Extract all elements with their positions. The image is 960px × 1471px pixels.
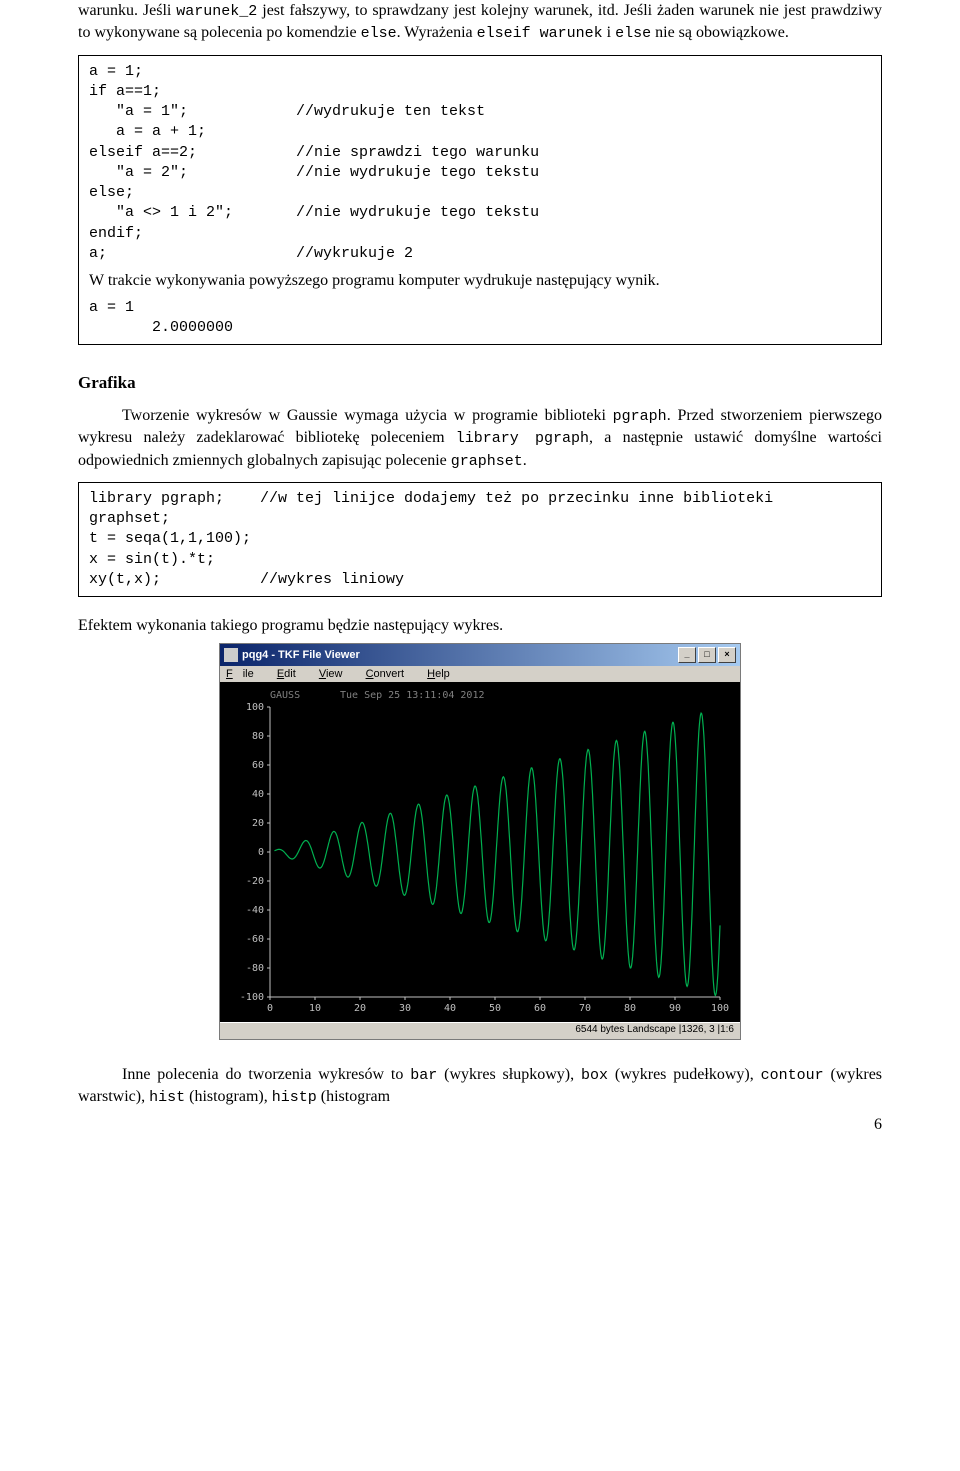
menu-label: elp — [435, 668, 450, 680]
chart-header-right: Tue Sep 25 13:11:04 2012 — [340, 690, 485, 701]
code-line: t = seqa(1,1,100); — [89, 530, 251, 547]
menu-convert[interactable]: Convert — [366, 668, 415, 680]
menu-view[interactable]: View — [319, 668, 353, 680]
text: (histogram), — [185, 1088, 272, 1105]
code-line: if a==1; — [89, 83, 161, 100]
chart-header-left: GAUSS — [270, 690, 300, 701]
tkf-viewer-window: pqg4 - TKF File Viewer _ □ × File Edit V… — [219, 643, 741, 1040]
minimize-button[interactable]: _ — [678, 647, 696, 663]
text: . — [523, 452, 527, 469]
menu-label: dit — [284, 668, 296, 680]
code-inline: box — [581, 1067, 608, 1084]
x-tick-label: 90 — [669, 1003, 681, 1014]
text: (wykres pudełkowy), — [608, 1066, 761, 1083]
x-tick-label: 100 — [711, 1003, 729, 1014]
code-line: xy(t,x); //wykres liniowy — [89, 571, 404, 588]
chart-svg: GAUSS Tue Sep 25 13:11:04 2012 100806040… — [220, 682, 740, 1022]
menu-help[interactable]: Help — [427, 668, 460, 680]
x-tick-label: 60 — [534, 1003, 546, 1014]
y-tick-label: 0 — [258, 847, 264, 858]
code-block-plot: library pgraph; //w tej linijce dodajemy… — [78, 482, 882, 597]
code-inline: warunek_2 — [176, 3, 257, 20]
code-inline: library pgraph — [456, 430, 589, 447]
status-bar: 6544 bytes Landscape |1326, 3 |1:6 — [220, 1022, 740, 1039]
plot-area: GAUSS Tue Sep 25 13:11:04 2012 100806040… — [220, 682, 740, 1022]
y-tick-label: 100 — [246, 702, 264, 713]
window-title: pqg4 - TKF File Viewer — [242, 649, 676, 661]
y-tick-label: 80 — [252, 731, 264, 742]
x-tick-label: 40 — [444, 1003, 456, 1014]
paragraph-intro: warunku. Jeśli warunek_2 jest fałszywy, … — [78, 0, 882, 45]
x-tick-label: 30 — [399, 1003, 411, 1014]
y-tick-label: -40 — [246, 905, 264, 916]
output-line: 2.0000000 — [89, 319, 233, 336]
code-line: endif; — [89, 225, 143, 242]
text: . Wyrażenia — [397, 24, 477, 41]
code-line: elseif a==2; //nie sprawdzi tego warunku — [89, 144, 539, 161]
code-block-ifelse: a = 1; if a==1; "a = 1"; //wydrukuje ten… — [78, 55, 882, 346]
maximize-button[interactable]: □ — [698, 647, 716, 663]
code-line: a; //wykrukuje 2 — [89, 245, 413, 262]
heading-grafika: Grafika — [78, 373, 882, 393]
window-titlebar: pqg4 - TKF File Viewer _ □ × — [220, 644, 740, 666]
code-inline: else — [361, 25, 397, 42]
code-line: else; — [89, 184, 134, 201]
menubar: File Edit View Convert Help — [220, 666, 740, 682]
y-tick-label: 60 — [252, 760, 264, 771]
paragraph-efekt: Efektem wykonania takiego programu będzi… — [78, 615, 882, 637]
text: nie są obowiązkowe. — [651, 24, 789, 41]
menu-file[interactable]: File — [226, 668, 264, 680]
text: (histogram — [317, 1088, 390, 1105]
y-tick-label: 20 — [252, 818, 264, 829]
code-line: library pgraph; //w tej linijce dodajemy… — [89, 490, 773, 507]
text: Tworzenie wykresów w Gaussie wymaga użyc… — [122, 407, 613, 424]
code-line: "a = 1"; //wydrukuje ten tekst — [89, 103, 485, 120]
y-tick-label: -20 — [246, 876, 264, 887]
output-line: a = 1 — [89, 299, 134, 316]
page-number: 6 — [78, 1116, 882, 1134]
code-inline: bar — [410, 1067, 437, 1084]
y-tick-label: 40 — [252, 789, 264, 800]
menu-label: iew — [326, 668, 343, 680]
explanation-text: W trakcie wykonywania powyższego program… — [89, 270, 871, 292]
x-tick-label: 50 — [489, 1003, 501, 1014]
close-button[interactable]: × — [718, 647, 736, 663]
app-icon — [224, 648, 238, 662]
y-tick-label: -80 — [246, 963, 264, 974]
menu-label: ile — [243, 668, 254, 680]
x-tick-label: 70 — [579, 1003, 591, 1014]
code-inline: hist — [149, 1089, 185, 1106]
code-inline: pgraph — [613, 408, 667, 425]
x-tick-label: 20 — [354, 1003, 366, 1014]
code-inline: histp — [272, 1089, 317, 1106]
text: Inne polecenia do tworzenia wykresów to — [122, 1066, 410, 1083]
text: warunku. Jeśli — [78, 2, 176, 19]
code-line: graphset; — [89, 510, 170, 527]
paragraph-grafika: Tworzenie wykresów w Gaussie wymaga użyc… — [78, 405, 882, 472]
x-tick-label: 80 — [624, 1003, 636, 1014]
code-line: a = 1; — [89, 63, 143, 80]
y-tick-label: -100 — [240, 992, 264, 1003]
text: (wykres słupkowy), — [437, 1066, 581, 1083]
code-line: "a = 2"; //nie wydrukuje tego tekstu — [89, 164, 539, 181]
code-line: x = sin(t).*t; — [89, 551, 215, 568]
menu-edit[interactable]: Edit — [277, 668, 306, 680]
code-inline: elseif warunek — [477, 25, 603, 42]
code-inline: else — [615, 25, 651, 42]
paragraph-inne: Inne polecenia do tworzenia wykresów to … — [78, 1064, 882, 1109]
x-tick-label: 10 — [309, 1003, 321, 1014]
code-inline: contour — [761, 1067, 824, 1084]
text: i — [603, 24, 615, 41]
code-inline: graphset — [451, 453, 523, 470]
y-tick-label: -60 — [246, 934, 264, 945]
menu-label: onvert — [374, 668, 405, 680]
code-line: a = a + 1; — [89, 123, 206, 140]
x-tick-label: 0 — [267, 1003, 273, 1014]
code-line: "a <> 1 i 2"; //nie wydrukuje tego tekst… — [89, 204, 539, 221]
